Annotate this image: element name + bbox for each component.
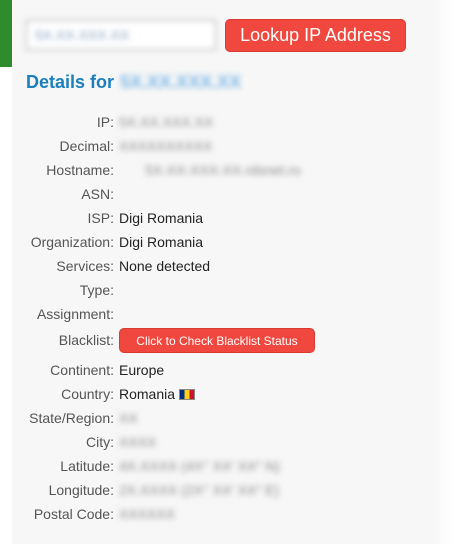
row-label: Assignment: (36, 306, 114, 322)
row-hostname: Hostname: 5X-XX-XXX-XX.rdsnet.ro (0, 162, 456, 184)
row-value: 2X.XXXX (2X° XX′ XX″ E) (119, 482, 280, 498)
row-value: Digi Romania (119, 210, 204, 226)
row-label: Services: (56, 258, 114, 274)
row-assignment: Assignment: (0, 306, 456, 328)
row-label: Hostname: (46, 162, 114, 178)
row-label: ASN: (81, 186, 114, 202)
row-label: Postal Code: (33, 506, 114, 522)
row-organization: Organization: Digi Romania (0, 234, 456, 256)
row-label: Latitude: (60, 458, 114, 474)
row-country: Country: Romania (0, 386, 456, 408)
romania-flag-icon (179, 389, 196, 400)
row-value: Europe (119, 362, 165, 378)
row-label: Longitude: (48, 482, 114, 498)
row-postal-code: Postal Code: XXXXXX (0, 506, 456, 528)
check-blacklist-button[interactable]: Click to Check Blacklist Status (119, 328, 315, 353)
row-label: Decimal: (59, 138, 114, 154)
details-title: Details for 5X.XX.XXX.XX (26, 72, 241, 93)
row-ip: IP: 5X.XX.XXX.XX (0, 114, 456, 136)
row-label: State/Region: (29, 410, 114, 426)
row-latitude: Latitude: 4X.XXXX (4X° XX′ XX″ N) (0, 458, 456, 480)
row-value: XXXXXX (119, 506, 176, 522)
row-value: Digi Romania (119, 234, 204, 250)
ip-search-input[interactable] (26, 20, 216, 50)
row-longitude: Longitude: 2X.XXXX (2X° XX′ XX″ E) (0, 482, 456, 504)
row-asn: ASN: (0, 186, 456, 208)
row-state-region: State/Region: XX (0, 410, 456, 432)
row-label: IP: (96, 114, 114, 130)
row-label: Continent: (50, 362, 114, 378)
row-value: 5X-XX-XXX-XX.rdsnet.ro (145, 162, 301, 178)
row-isp: ISP: Digi Romania (0, 210, 456, 232)
row-value: Romania (119, 386, 176, 402)
row-label: City: (86, 434, 114, 450)
row-label: Type: (79, 282, 114, 298)
row-value: XXXX (119, 434, 157, 450)
row-decimal: Decimal: XXXXXXXXXX (0, 138, 456, 160)
row-services: Services: None detected (0, 258, 456, 280)
row-label: Country: (61, 386, 114, 402)
row-continent: Continent: Europe (0, 362, 456, 384)
row-value: 4X.XXXX (4X° XX′ XX″ N) (119, 458, 281, 474)
details-title-prefix: Details for (26, 72, 115, 92)
details-title-ip: 5X.XX.XXX.XX (120, 72, 242, 92)
row-country-value: Romania (119, 386, 196, 402)
row-blacklist: Blacklist: Click to Check Blacklist Stat… (0, 328, 456, 354)
lookup-ip-button[interactable]: Lookup IP Address (225, 19, 406, 52)
row-value: XXXXXXXXXX (119, 138, 213, 154)
row-label: Organization: (30, 234, 114, 250)
left-accent-bar (0, 0, 12, 67)
row-value: XX (119, 410, 138, 426)
row-value: None detected (119, 258, 211, 274)
row-label: ISP: (87, 210, 114, 226)
row-type: Type: (0, 282, 456, 304)
row-value: 5X.XX.XXX.XX (119, 114, 214, 130)
row-city: City: XXXX (0, 434, 456, 456)
row-label: Blacklist: (58, 332, 114, 348)
